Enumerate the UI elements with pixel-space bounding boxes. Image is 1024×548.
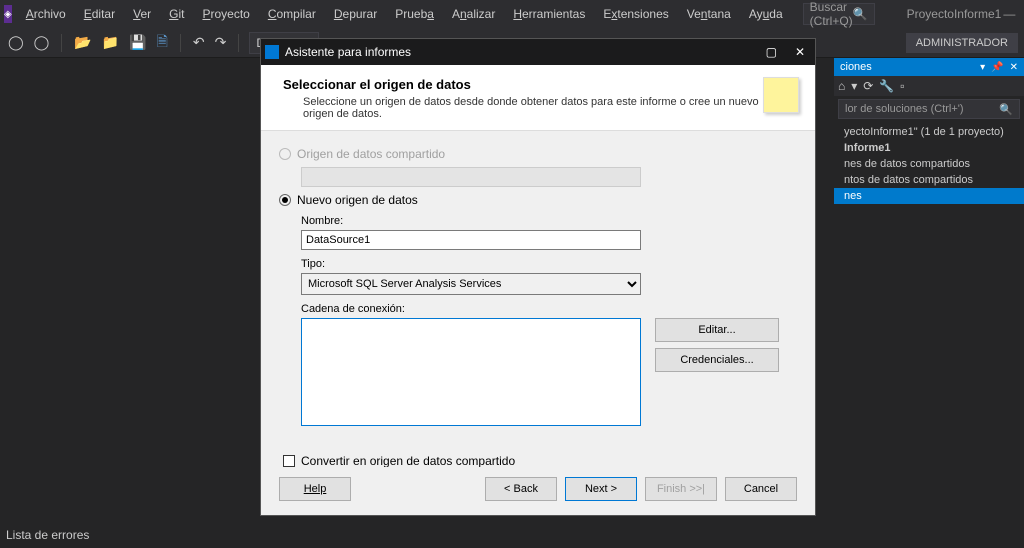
dialog-header: Seleccionar el origen de datos Seleccion… bbox=[261, 65, 815, 131]
convert-shared-checkbox[interactable]: Convertir en origen de datos compartido bbox=[283, 454, 797, 467]
credentials-button[interactable]: Credenciales... bbox=[655, 348, 779, 372]
save-icon[interactable]: 💾 bbox=[127, 32, 148, 53]
menu-ayuda[interactable]: Ayuda bbox=[741, 3, 791, 25]
radio-icon bbox=[279, 194, 291, 206]
connection-label: Cadena de conexión: bbox=[301, 303, 797, 315]
tree-item[interactable]: Informe1 bbox=[834, 140, 1024, 156]
menu-ver[interactable]: Ver bbox=[125, 3, 159, 25]
menu-herramientas[interactable]: Herramientas bbox=[505, 3, 593, 25]
menubar: ◈ Archivo Editar Ver Git Proyecto Compil… bbox=[0, 0, 1024, 28]
minimize-icon[interactable]: — bbox=[1003, 7, 1015, 21]
next-button[interactable]: Next > bbox=[565, 477, 637, 501]
new-datasource-radio[interactable]: Nuevo origen de datos bbox=[279, 193, 797, 207]
tree-item[interactable]: yectoInforme1" (1 de 1 proyecto) bbox=[834, 124, 1024, 140]
open-icon[interactable]: 📁 bbox=[100, 32, 121, 53]
admin-badge: ADMINISTRADOR bbox=[906, 33, 1018, 53]
search-icon: 🔍 bbox=[999, 103, 1013, 116]
tree-item[interactable]: nes de datos compartidos bbox=[834, 156, 1024, 172]
menu-git[interactable]: Git bbox=[161, 3, 192, 25]
cancel-button[interactable]: Cancel bbox=[725, 477, 797, 501]
panel-tool2-icon[interactable]: ▫ bbox=[900, 79, 904, 93]
panel-search-input[interactable]: lor de soluciones (Ctrl+') 🔍 bbox=[838, 99, 1020, 119]
panel-toolbar: ⌂ ▾ ⟳ 🔧 ▫ bbox=[834, 76, 1024, 96]
nav-fwd-icon[interactable]: ◯ bbox=[32, 32, 52, 53]
error-list-tab[interactable]: Lista de errores bbox=[6, 528, 89, 542]
project-name-label: ProyectoInforme1 bbox=[907, 7, 1002, 21]
nav-back-icon[interactable]: ◯ bbox=[6, 32, 26, 53]
panel-tool-icon[interactable]: ▾ bbox=[851, 79, 857, 93]
checkbox-icon bbox=[283, 455, 295, 467]
dialog-body: Origen de datos compartido Nuevo origen … bbox=[261, 131, 815, 467]
connection-textarea[interactable] bbox=[301, 318, 641, 426]
menu-depurar[interactable]: Depurar bbox=[326, 3, 385, 25]
tree-item[interactable]: ntos de datos compartidos bbox=[834, 172, 1024, 188]
menu-proyecto[interactable]: Proyecto bbox=[194, 3, 257, 25]
solution-tree: yectoInforme1" (1 de 1 proyecto) Informe… bbox=[834, 122, 1024, 206]
menu-archivo[interactable]: Archivo bbox=[18, 3, 74, 25]
menu-editar[interactable]: Editar bbox=[76, 3, 123, 25]
menu-prueba[interactable]: Prueba bbox=[387, 3, 442, 25]
sticky-note-icon bbox=[763, 77, 799, 113]
vs-logo-icon: ◈ bbox=[4, 5, 12, 23]
dialog-title-icon bbox=[265, 45, 279, 59]
search-icon: 🔍 bbox=[853, 7, 868, 21]
dialog-title: Asistente para informes bbox=[285, 45, 411, 59]
undo-icon[interactable]: ↶ bbox=[191, 32, 207, 53]
panel-pin-icon[interactable]: 📌 bbox=[991, 62, 1003, 73]
save-all-icon[interactable]: 🗎 bbox=[155, 29, 170, 57]
search-placeholder: Buscar (Ctrl+Q) bbox=[810, 0, 853, 28]
window-controls: — ▢ ✕ bbox=[1003, 7, 1024, 21]
finish-button: Finish >>| bbox=[645, 477, 717, 501]
dialog-close-icon[interactable]: ✕ bbox=[795, 45, 805, 59]
help-button[interactable]: Help bbox=[279, 477, 351, 501]
dialog-titlebar: Asistente para informes ▢ ✕ bbox=[261, 39, 815, 65]
panel-title: ciones ▾ 📌 ✕ bbox=[834, 58, 1024, 76]
sync-icon[interactable]: ⟳ bbox=[863, 79, 873, 93]
dialog-footer: Help < Back Next > Finish >>| Cancel bbox=[261, 467, 815, 515]
redo-icon[interactable]: ↷ bbox=[213, 32, 229, 53]
name-input[interactable] bbox=[301, 230, 641, 250]
edit-button[interactable]: Editar... bbox=[655, 318, 779, 342]
menu-analizar[interactable]: Analizar bbox=[444, 3, 503, 25]
dialog-maximize-icon[interactable]: ▢ bbox=[766, 45, 777, 59]
type-label: Tipo: bbox=[301, 258, 797, 270]
dialog-header-title: Seleccionar el origen de datos bbox=[283, 77, 763, 92]
menu-compilar[interactable]: Compilar bbox=[260, 3, 324, 25]
type-select[interactable]: Microsoft SQL Server Analysis Services bbox=[301, 273, 641, 295]
wrench-icon[interactable]: 🔧 bbox=[879, 79, 894, 93]
dialog-header-subtitle: Seleccione un origen de datos desde dond… bbox=[283, 96, 763, 120]
new-project-icon[interactable]: 📂 bbox=[72, 32, 93, 53]
panel-close-icon[interactable]: ✕ bbox=[1010, 62, 1018, 73]
radio-icon bbox=[279, 148, 291, 160]
name-label: Nombre: bbox=[301, 215, 797, 227]
menu-ventana[interactable]: Ventana bbox=[679, 3, 739, 25]
panel-dropdown-icon[interactable]: ▾ bbox=[980, 62, 985, 73]
shared-datasource-dropdown bbox=[301, 167, 641, 187]
report-wizard-dialog: Asistente para informes ▢ ✕ Seleccionar … bbox=[260, 38, 816, 516]
solution-explorer-panel: ciones ▾ 📌 ✕ ⌂ ▾ ⟳ 🔧 ▫ lor de soluciones… bbox=[834, 58, 1024, 218]
menu-extensiones[interactable]: Extensiones bbox=[595, 3, 676, 25]
back-button[interactable]: < Back bbox=[485, 477, 557, 501]
shared-datasource-radio: Origen de datos compartido bbox=[279, 147, 797, 161]
tree-item-selected[interactable]: nes bbox=[834, 188, 1024, 204]
home-icon[interactable]: ⌂ bbox=[838, 79, 845, 93]
search-input[interactable]: Buscar (Ctrl+Q) 🔍 bbox=[803, 3, 875, 25]
